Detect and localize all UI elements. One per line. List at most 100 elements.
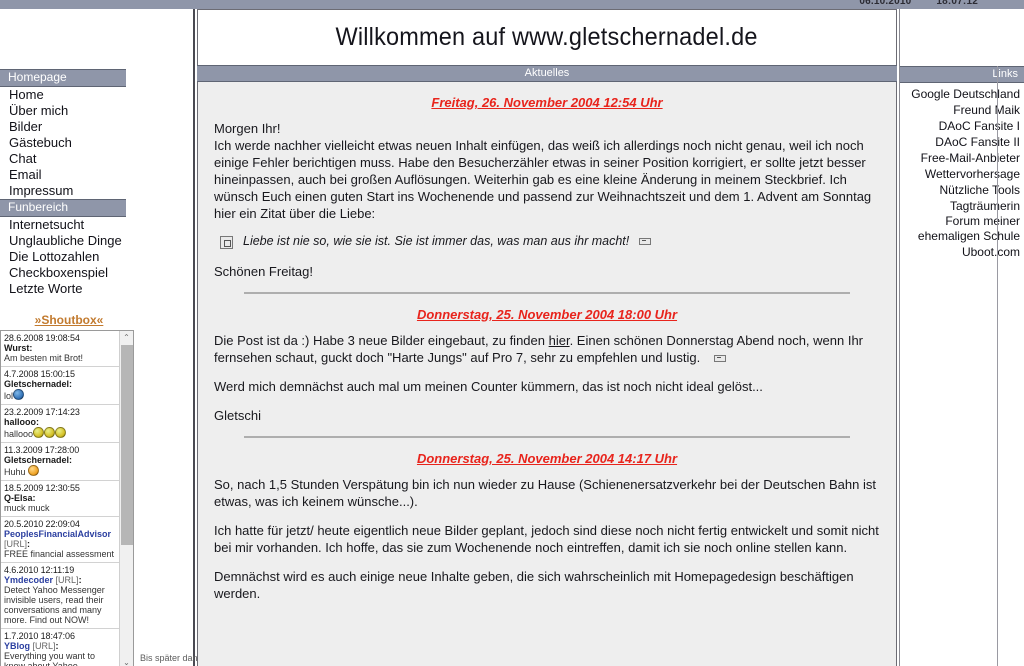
sidebar-item-internetsucht[interactable]: Internetsucht [0, 217, 126, 233]
sidebar-item-ueber-mich[interactable]: Über mich [0, 103, 126, 119]
link-item-uboot-com[interactable]: Uboot.com [900, 244, 1020, 260]
page-root: 06.10.2010 18:07:12 Homepage Home Über m… [0, 0, 1024, 666]
shoutbox-entry-url-tag[interactable]: [URL] [33, 641, 56, 651]
sidebar-item-checkboxenspiel[interactable]: Checkboxenspiel [0, 265, 126, 281]
sidebar-item-chat[interactable]: Chat [0, 151, 126, 167]
right-sidebar: Links Google Deutschland Freund Maik DAo… [899, 9, 1024, 666]
shoutbox-entry-author[interactable]: YBlog [4, 641, 30, 651]
link-item-forum-ehemalige-schule[interactable]: Forum meiner ehemaligen Schule [900, 214, 1020, 244]
shoutbox-entry: 4.6.2010 12:11:19 Ymdecoder [URL]: Detec… [1, 563, 119, 629]
shoutbox-entry: 23.2.2009 17:14:23 hallooo: hallooo [1, 405, 119, 443]
link-item-daoc-fansite-i[interactable]: DAoC Fansite I [900, 118, 1020, 134]
shoutbox-entry-message: Am besten mit Brot! [4, 353, 84, 363]
news-entry-paragraph: So, nach 1,5 Stunden Verspätung bin ich … [214, 477, 876, 509]
shoutbox-entry-timestamp: 4.7.2008 15:00:15 [4, 369, 75, 379]
news-entry-date[interactable]: Donnerstag, 25. November 2004 18:00 Uhr [214, 307, 880, 332]
page-title: Willkommen auf www.gletschernadel.de [335, 23, 759, 51]
news-entry-paragraph: Ich hatte für jetzt/ heute eigentlich ne… [214, 523, 879, 555]
link-item-free-mail-anbieter[interactable]: Free-Mail-Anbieter [900, 150, 1020, 166]
shoutbox-entry: 18.5.2009 12:30:55 Q-Elsa: muck muck [1, 481, 119, 517]
shoutbox-entry-message: Everything you want to know about Yahoo … [4, 651, 96, 666]
news-entry-paragraph: Demnächst wird es auch einige neue Inhal… [214, 569, 854, 601]
shoutbox-entry-url-tag[interactable]: [URL] [56, 575, 79, 585]
bottom-cutoff-text: Bis später dann [140, 653, 203, 663]
scrollbar-thumb[interactable] [121, 345, 133, 545]
right-sidebar-spacer [900, 9, 1024, 66]
shoutbox-entry: 20.5.2010 22:09:04 PeoplesFinancialAdvis… [1, 517, 119, 563]
shoutbox-title-link[interactable]: »Shoutbox« [0, 313, 138, 330]
sidebar-nav-funbereich: Internetsucht Unglaubliche Dinge Die Lot… [0, 217, 126, 297]
news-entry-text-before-link: Die Post ist da :) Habe 3 neue Bilder ei… [214, 333, 549, 348]
status-date: 06.10.2010 [859, 0, 912, 7]
news-entry-date[interactable]: Donnerstag, 25. November 2004 14:17 Uhr [214, 451, 880, 476]
shoutbox-entry: 4.7.2008 15:00:15 Gletschernadel: lol [1, 367, 119, 405]
shoutbox-entry-author: Wurst [4, 343, 30, 353]
shoutbox: »Shoutbox« 28.6.2008 19:08:54 Wurst: Am … [0, 313, 138, 666]
broken-image-quote-open-icon [220, 236, 233, 249]
shoutbox-entry-list: 28.6.2008 19:08:54 Wurst: Am besten mit … [1, 331, 119, 666]
sidebar-item-home[interactable]: Home [0, 87, 126, 103]
smiley-icon [44, 427, 56, 438]
news-entry-paragraph: Ich werde nachher vielleicht etwas neuen… [214, 138, 872, 221]
shoutbox-entry-timestamp: 23.2.2009 17:14:23 [4, 407, 80, 417]
sidebar-item-unglaubliche-dinge[interactable]: Unglaubliche Dinge [0, 233, 126, 249]
site-banner: Willkommen auf www.gletschernadel.de [197, 9, 897, 65]
sidebar-item-email[interactable]: Email [0, 167, 126, 183]
news-entry-date[interactable]: Freitag, 26. November 2004 12:54 Uhr [214, 95, 880, 120]
shoutbox-entry-message: FREE financial assessment [4, 549, 115, 559]
shoutbox-scroll-pane[interactable]: 28.6.2008 19:08:54 Wurst: Am besten mit … [0, 330, 134, 666]
navigation-block: Homepage Home Über mich Bilder Gästebuch… [0, 9, 126, 297]
right-sidebar-rule [997, 66, 998, 666]
shoutbox-entry-timestamp: 4.6.2010 12:11:19 [4, 565, 75, 575]
news-entry-paragraph: Die Post ist da :) Habe 3 neue Bilder ei… [214, 332, 880, 366]
news-entry-closing: Schönen Freitag! [214, 264, 314, 279]
shoutbox-entry-author: hallooo [4, 417, 36, 427]
shoutbox-entry-timestamp: 1.7.2010 18:47:06 [4, 631, 75, 641]
scroll-up-icon[interactable]: ⌃ [120, 331, 133, 344]
link-item-nuetzliche-tools[interactable]: Nützliche Tools [900, 182, 1020, 198]
link-item-freund-maik[interactable]: Freund Maik [900, 102, 1020, 118]
sidebar-item-impressum[interactable]: Impressum [0, 183, 126, 199]
link-item-tagtraeumerin[interactable]: Tagträumerin [900, 198, 1020, 214]
smiley-icon [13, 389, 25, 400]
shoutbox-entry-timestamp: 20.5.2010 22:09:04 [4, 519, 80, 529]
news-entry-paragraph: Morgen Ihr! [214, 121, 281, 136]
shoutbox-entry-author: Q-Elsa [4, 493, 33, 503]
sidebar-item-letzte-worte[interactable]: Letzte Worte [0, 281, 126, 297]
shoutbox-entry-author[interactable]: Ymdecoder [4, 575, 53, 585]
shoutbox-entry: 1.7.2010 18:47:06 YBlog [URL]: Everythin… [1, 629, 119, 666]
status-time: 18:07:12 [936, 0, 978, 7]
link-item-google-deutschland[interactable]: Google Deutschland [900, 86, 1020, 102]
sidebar-item-die-lottozahlen[interactable]: Die Lottozahlen [0, 249, 126, 265]
shoutbox-entry-message: lol [4, 391, 14, 401]
smiley-icon [55, 427, 67, 438]
shoutbox-entry-message: Detect Yahoo Messenger invisible users, … [4, 585, 105, 625]
left-sidebar: Homepage Home Über mich Bilder Gästebuch… [0, 9, 195, 666]
shoutbox-entry-url-tag[interactable]: [URL] [4, 539, 27, 549]
shoutbox-entry: 11.3.2009 17:28:00 Gletschernadel: Huhu [1, 443, 119, 481]
scroll-down-icon[interactable]: ⌄ [120, 656, 133, 666]
sidebar-top-spacer [0, 9, 126, 69]
link-item-wettervorhersage[interactable]: Wettervorhersage [900, 166, 1020, 182]
hier-link[interactable]: hier [549, 333, 570, 348]
shoutbox-entry-message: Huhu [4, 467, 26, 477]
smiley-icon [28, 465, 40, 476]
news-entry-quote-text: Liebe ist nie so, wie sie ist. Sie ist i… [243, 234, 630, 248]
shoutbox-entry-message: muck muck [4, 503, 50, 513]
sidebar-item-gaestebuch[interactable]: Gästebuch [0, 135, 126, 151]
sidebar-nav-homepage: Home Über mich Bilder Gästebuch Chat Ema… [0, 87, 126, 199]
shoutbox-scrollbar[interactable]: ⌃ ⌄ [119, 331, 133, 666]
links-section-heading: Links [900, 66, 1024, 83]
shoutbox-entry-author[interactable]: PeoplesFinancialAdvisor [4, 529, 111, 539]
links-list: Google Deutschland Freund Maik DAoC Fans… [900, 83, 1024, 260]
link-item-daoc-fansite-ii[interactable]: DAoC Fansite II [900, 134, 1020, 150]
shoutbox-entry-message: hallooo [4, 429, 34, 439]
shoutbox-entry-timestamp: 18.5.2009 12:30:55 [4, 483, 80, 493]
news-entry: Donnerstag, 25. November 2004 18:00 Uhr … [214, 294, 880, 438]
shoutbox-entry: 28.6.2008 19:08:54 Wurst: Am besten mit … [1, 331, 119, 367]
shoutbox-entry-author: Gletschernadel [4, 379, 70, 389]
status-bar: 06.10.2010 18:07:12 [0, 0, 1024, 9]
sidebar-item-bilder[interactable]: Bilder [0, 119, 126, 135]
news-entry: Donnerstag, 25. November 2004 14:17 Uhr … [214, 438, 880, 602]
sidebar-section-heading-funbereich: Funbereich [0, 199, 126, 217]
